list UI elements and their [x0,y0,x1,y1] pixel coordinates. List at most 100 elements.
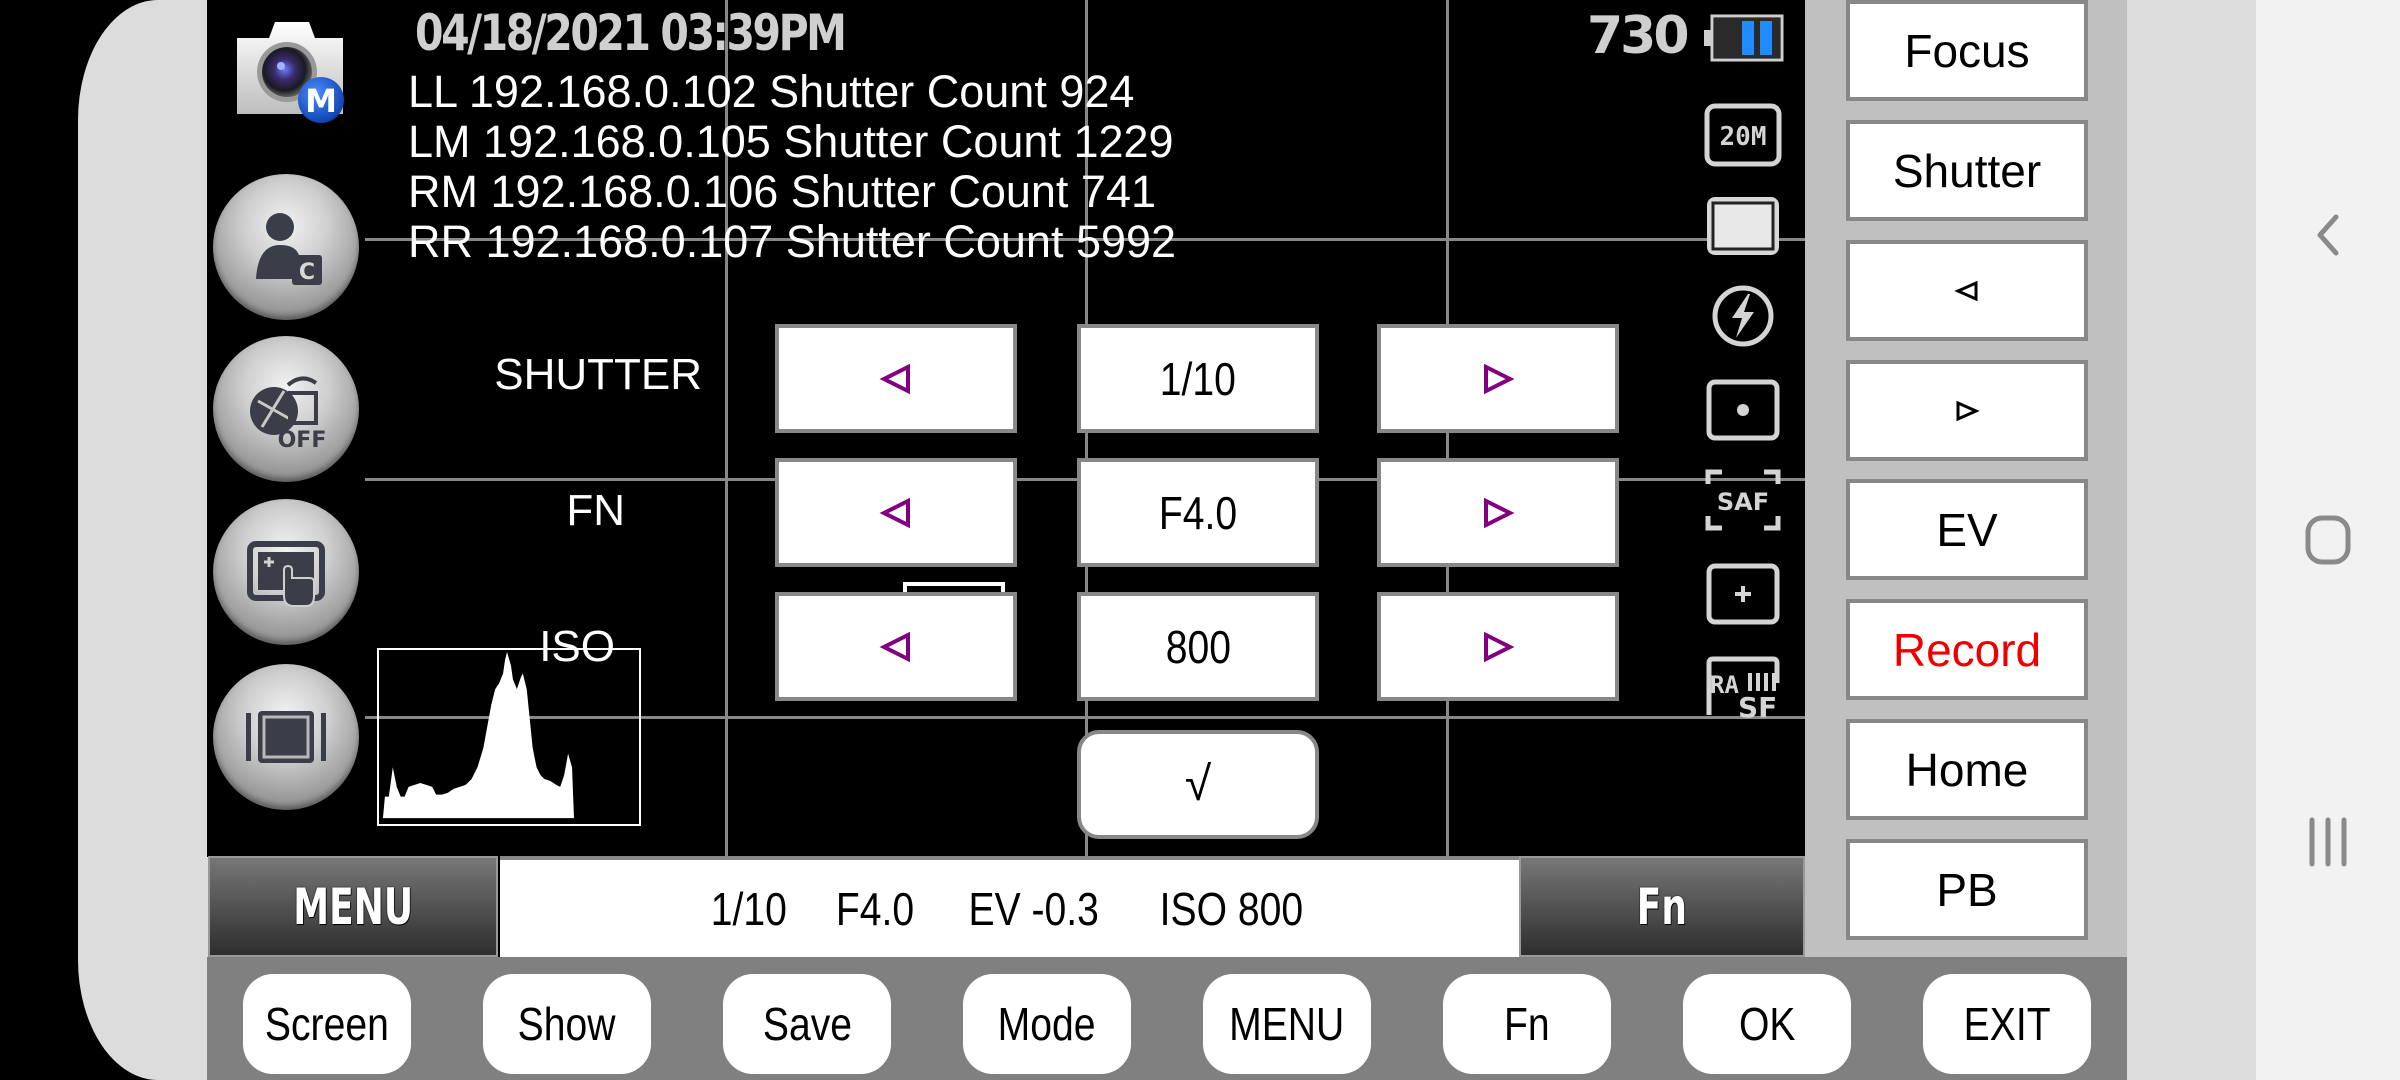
camera-manual-mode-icon[interactable]: M [235,14,345,126]
checkmark-icon: √ [1184,758,1212,811]
previous-button[interactable] [1846,240,2088,341]
touch-shutter-icon [247,541,325,607]
camera-status-line: LM 192.168.0.105 Shutter Count 1229 [408,116,1174,167]
nav-back-button[interactable] [2256,175,2400,295]
ev-button[interactable]: EV [1846,479,2088,580]
svg-text:OFF: OFF [278,428,327,453]
live-viewfinder[interactable]: M 04/18/2021 03:39PM LL 192.168.0.102 Sh… [207,0,1805,857]
iso-increase-button[interactable] [1377,592,1619,701]
shots-remaining: 730 [1587,6,1690,66]
camera-status-line: LL 192.168.0.102 Shutter Count 924 [408,66,1135,117]
aperture-value-text: F4.0 [1158,486,1238,539]
ev-button-label: EV [1936,503,1998,556]
focus-button[interactable]: Focus [1846,0,2088,101]
triangle-right-icon [1484,363,1515,394]
live-view-frame-button[interactable] [213,664,359,810]
custom-mode-button[interactable]: C [213,174,359,320]
svg-text:SAF: SAF [1717,488,1769,516]
svg-text:SF: SF [1738,691,1777,719]
record-button[interactable]: Record [1846,599,2088,700]
exit-button[interactable]: EXIT [1923,974,2091,1074]
playback-button[interactable]: PB [1846,839,2088,940]
camera-status-line: RR 192.168.0.107 Shutter Count 5992 [408,216,1177,267]
custom-mode-icon: C [256,213,322,285]
nav-home-button[interactable] [2256,480,2400,600]
flash-off-icon [1712,285,1774,347]
triangle-right-icon [1956,400,1980,421]
iso-decrease-button[interactable] [775,592,1017,701]
exit-button-label: EXIT [1963,998,2051,1050]
aperture-value: F4.0 [1077,458,1319,567]
triangle-left-icon [879,363,910,394]
confirm-button[interactable]: √ [1077,730,1319,839]
saf-focus-icon: SAF [1705,469,1781,531]
histogram-curve [382,651,574,819]
shutter-value: 1/10 [1077,324,1319,433]
exposure-summary: 1/10 F4.0 EV -0.3 ISO 800 [500,856,1519,957]
aperture-decrease-button[interactable] [775,458,1017,567]
svg-text:20M: 20M [1720,122,1767,152]
left-edge-rail [78,0,218,1080]
triangle-left-icon [879,631,910,662]
recents-lines-icon [2309,817,2347,867]
fn-tile-label: Fn [1636,877,1688,936]
shutter-increase-button[interactable] [1377,324,1619,433]
date-time-readout: 04/18/2021 03:39PM [415,4,847,62]
summary-ev: EV -0.3 [968,882,1100,935]
fn-tile-button[interactable]: Fn [1519,856,1805,957]
shutter-decrease-button[interactable] [775,324,1017,433]
right-edge-strip [2127,0,2256,1080]
record-button-label: Record [1892,623,2042,676]
save-button[interactable]: Save [723,974,891,1074]
nav-recents-button[interactable] [2256,782,2400,902]
show-button-label: Show [518,998,616,1050]
triangle-left-icon [1954,280,1978,301]
mode-button[interactable]: Mode [963,974,1131,1074]
system-navigation-bar [2256,0,2400,1080]
menu-button[interactable]: MENU [1203,974,1371,1074]
triangle-right-icon [1484,631,1515,662]
back-chevron-icon [2317,214,2339,256]
home-button[interactable]: Home [1846,719,2088,820]
aperture-row-label: FN [566,486,625,535]
aperture-increase-button[interactable] [1377,458,1619,567]
menu-tile-label: MENU [293,877,413,936]
summary-aperture: F4.0 [836,882,915,935]
iso-value-text: 800 [1165,620,1231,673]
menu-tile-button[interactable]: MENU [208,856,498,957]
svg-text:RA: RA [1710,671,1739,699]
menu-button-label: MENU [1229,998,1345,1050]
fn-button[interactable]: Fn [1443,974,1611,1074]
fn-button-label: Fn [1504,998,1550,1050]
right-control-panel: Focus Shutter EV Record Home PB [1805,0,2127,958]
summary-iso: ISO 800 [1159,882,1303,935]
triangle-left-icon [879,497,910,528]
aspect-ratio-icon [1707,197,1779,255]
screen-button-label: Screen [265,998,389,1050]
image-size-20m-icon: 20M [1704,103,1782,167]
svg-text:M: M [305,82,337,120]
ok-button[interactable]: OK [1683,974,1851,1074]
show-button[interactable]: Show [483,974,651,1074]
shutter-value-text: 1/10 [1159,352,1237,405]
histogram [377,648,641,826]
shutter-button[interactable]: Shutter [1846,120,2088,221]
spot-metering-icon [1706,379,1780,441]
save-button-label: Save [762,998,852,1050]
phone-bezel [0,0,78,1080]
ok-button-label: OK [1738,998,1796,1050]
mode-button-label: Mode [998,998,1096,1050]
battery-icon [1704,14,1784,62]
shutter-row-label: SHUTTER [494,350,702,399]
live-view-frame-icon [246,711,326,763]
iso-value: 800 [1077,592,1319,701]
next-button[interactable] [1846,360,2088,461]
anti-shock-off-button[interactable]: OFF [213,336,359,482]
triangle-right-icon [1484,497,1515,528]
screen-button[interactable]: Screen [243,974,411,1074]
bottom-button-bar: Screen Show Save Mode MENU Fn OK EXIT [207,957,2127,1080]
playback-button-label: PB [1936,863,1998,916]
camera-status-line: RM 192.168.0.106 Shutter Count 741 [408,166,1157,217]
shutter-button-label: Shutter [1892,144,2042,197]
summary-shutter: 1/10 [710,882,787,935]
